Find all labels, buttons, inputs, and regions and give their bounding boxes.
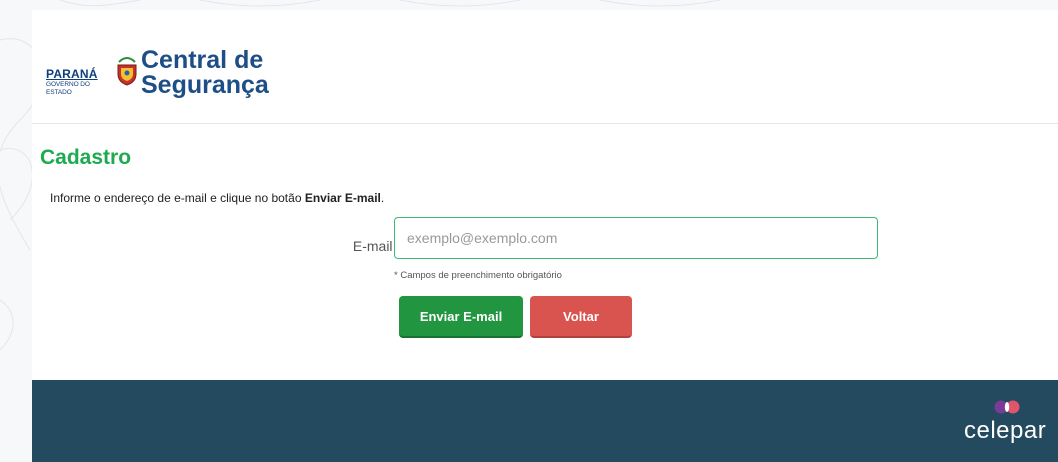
- parana-subtitle: GOVERNO DO ESTADO: [46, 81, 90, 96]
- app-title-line1: Central de: [141, 46, 264, 74]
- celepar-logo[interactable]: celepar: [964, 400, 1047, 450]
- instruction-prefix: Informe o endereço de e-mail e clique no…: [50, 191, 305, 205]
- back-button[interactable]: Voltar: [530, 296, 632, 338]
- instruction-text: Informe o endereço de e-mail e clique no…: [50, 190, 384, 206]
- app-title-line2: Segurança: [141, 71, 269, 99]
- instruction-bold: Enviar E-mail: [304, 191, 381, 205]
- email-field[interactable]: [394, 217, 878, 259]
- header: PARANÁ GOVERNO DO ESTADO Central de Segu…: [32, 10, 1058, 124]
- celepar-mark-icon: [994, 400, 1020, 414]
- footer: celepar: [32, 380, 1058, 462]
- email-label: E-mail*: [312, 238, 402, 254]
- parana-crest-icon: [117, 57, 137, 86]
- email-label-text: E-mail: [352, 238, 393, 254]
- main-card: PARANÁ GOVERNO DO ESTADO Central de Segu…: [32, 10, 1058, 382]
- instruction-suffix: .: [380, 191, 385, 205]
- app-title: Central de Segurança: [141, 48, 269, 98]
- required-fields-note: * Campos de preenchimento obrigatório: [394, 270, 562, 281]
- celepar-wordmark: celepar: [964, 417, 1047, 444]
- parana-logo: PARANÁ GOVERNO DO ESTADO: [46, 68, 116, 97]
- parana-wordmark: PARANÁ: [46, 67, 98, 81]
- page-title: Cadastro: [40, 146, 132, 169]
- send-email-button[interactable]: Enviar E-mail: [399, 296, 523, 338]
